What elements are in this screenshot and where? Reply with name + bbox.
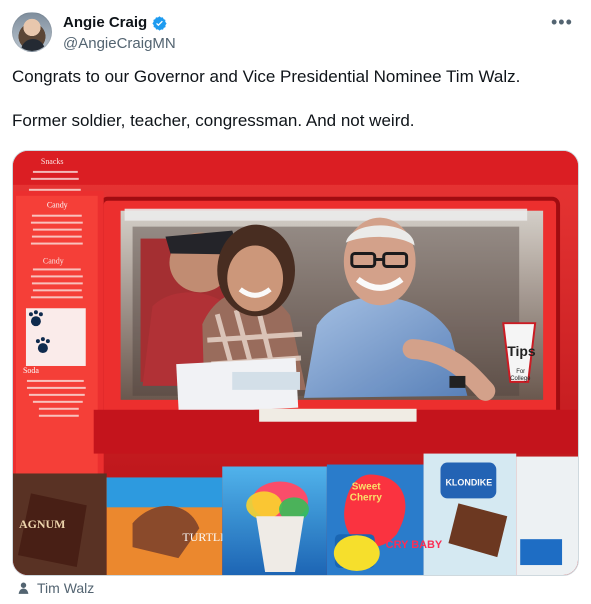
author-display-name[interactable]: Angie Craig — [63, 13, 147, 33]
photo-shade — [13, 151, 578, 575]
ice-cream-truck-photo: Snacks Candy Candy Soda Tips For College… — [13, 151, 578, 575]
more-options-icon[interactable]: ••• — [551, 13, 572, 33]
author-handle[interactable]: @AngieCraigMN — [63, 34, 176, 54]
tweet-line-1: Congrats to our Governor and Vice Presid… — [12, 67, 521, 86]
tweet-header: Angie Craig @AngieCraigMN ••• — [12, 12, 579, 56]
tweet-line-2: Former soldier, teacher, congressman. An… — [12, 111, 415, 130]
verified-badge-icon — [152, 15, 167, 31]
author-avatar[interactable] — [12, 12, 52, 52]
author-name-row: Angie Craig — [63, 13, 168, 33]
person-icon — [18, 582, 29, 594]
photo-tag-name[interactable]: Tim Walz — [37, 578, 94, 598]
tweet-photo[interactable]: Snacks Candy Candy Soda Tips For College… — [12, 150, 579, 576]
tweet-text: Congrats to our Governor and Vice Presid… — [12, 66, 577, 154]
photo-tag[interactable]: Tim Walz — [17, 578, 94, 598]
